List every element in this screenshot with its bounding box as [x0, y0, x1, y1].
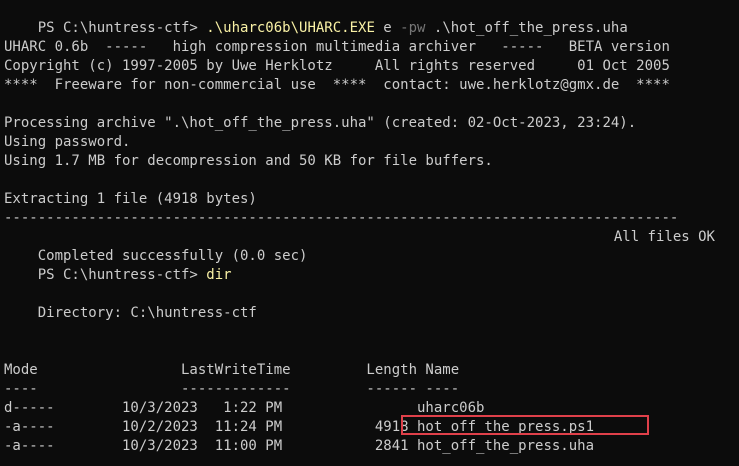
- processing-line: Processing archive ".\hot_off_the_press.…: [4, 115, 637, 131]
- banner-line-1: UHARC 0.6b ----- high compression multim…: [4, 39, 670, 55]
- listing-row: d----- 10/3/2023 1:22 PM uharc06b: [4, 400, 485, 416]
- command-archive-argument: .\hot_off_the_press.uha: [425, 20, 628, 36]
- prompt-line-dir: PS C:\huntress-ctf> dir: [4, 247, 232, 283]
- all-files-ok: All files OK: [613, 229, 715, 245]
- prompt-line-uharc: PS C:\huntress-ctf> .\uharc06b\UHARC.EXE…: [4, 0, 628, 36]
- separator-line: ----------------------------------------…: [4, 210, 679, 226]
- command-dir: dir: [206, 267, 232, 283]
- command-flag: -pw: [400, 20, 426, 36]
- banner-line-2: Copyright (c) 1997-2005 by Uwe Herklotz …: [4, 58, 670, 74]
- memory-line: Using 1.7 MB for decompression and 50 KB…: [4, 153, 493, 169]
- password-line: Using password.: [4, 134, 131, 150]
- directory-line: Directory: C:\huntress-ctf: [4, 305, 257, 321]
- extracting-line: Extracting 1 file (4918 bytes): [4, 191, 257, 207]
- terminal-window[interactable]: PS C:\huntress-ctf> .\uharc06b\UHARC.EXE…: [0, 0, 739, 466]
- banner-line-3: **** Freeware for non-commercial use ***…: [4, 77, 670, 93]
- listing-row: -a---- 10/2/2023 11:24 PM 4918 hot_off_t…: [4, 419, 595, 435]
- command-executable: .\uharc06b\UHARC.EXE: [206, 20, 375, 36]
- listing-header-underline: ---- ------------- ------ ----: [4, 381, 460, 397]
- listing-row: -a---- 10/3/2023 11:00 PM 2841 hot_off_t…: [4, 438, 595, 454]
- listing-header: Mode LastWriteTime Length Name: [4, 362, 460, 378]
- completed-line: Completed successfully (0.0 sec) All fil…: [4, 228, 715, 264]
- prompt-text: PS C:\huntress-ctf>: [37, 267, 207, 283]
- prompt-text: PS C:\huntress-ctf>: [37, 20, 207, 36]
- command-argument: e: [374, 20, 401, 36]
